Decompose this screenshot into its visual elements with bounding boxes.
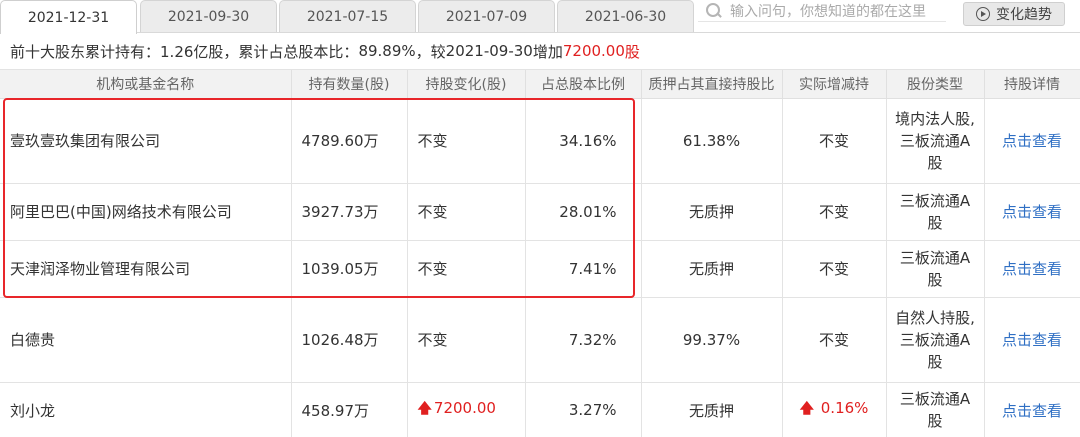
summary-holding: 1.26亿股	[160, 42, 224, 61]
table-row: 白德贵 1026.48万 不变 7.32% 99.37% 不变 自然人持股,三板流通A股 点击…	[0, 297, 1080, 383]
table-row: 阿里巴巴(中国)网络技术有限公司 3927.73万 不变 28.01% 无质押 不变 三板流…	[0, 183, 1080, 241]
holding-qty: 3927.73万	[291, 183, 408, 241]
col-header-qty: 持有数量(股)	[291, 70, 408, 99]
pledge-ratio: 99.37%	[641, 297, 783, 383]
col-header-actual: 实际增减持	[782, 70, 887, 99]
col-header-name: 机构或基金名称	[0, 70, 292, 99]
table-header-row: 机构或基金名称 持有数量(股) 持股变化(股) 占总股本比例 质押占其直接持股比…	[0, 70, 1080, 99]
holding-qty: 4789.60万	[291, 98, 408, 184]
summary-ratio-label: ，累计占总股本比：	[223, 42, 359, 61]
summary-increase-value: 7200.00	[562, 42, 625, 60]
holding-qty: 1026.48万	[291, 297, 408, 383]
pledge-ratio: 无质押	[641, 183, 783, 241]
up-arrow-icon: 🡅	[417, 401, 432, 417]
holding-change: 不变	[407, 183, 526, 241]
view-detail-link[interactable]: 点击查看	[984, 98, 1080, 184]
up-arrow-icon: 🡅	[799, 401, 814, 417]
table-row: 刘小龙 458.97万 🡅 7200.00 3.27% 无质押 🡅 0.16% 三板流通A股点…	[0, 382, 1080, 437]
share-ratio: 34.16%	[525, 98, 642, 184]
search-placeholder[interactable]: 输入问句，你想知道的都在这里	[730, 1, 926, 21]
holder-name: 壹玖壹玖集团有限公司	[0, 98, 292, 184]
table-row: 壹玖壹玖集团有限公司 4789.60万 不变 34.16% 61.38% 不变 境内法人股,…	[0, 98, 1080, 184]
holder-name: 阿里巴巴(中国)网络技术有限公司	[0, 183, 292, 241]
col-header-pledge: 质押占其直接持股比	[641, 70, 783, 99]
date-tabs: 2021-12-31 2021-09-30 2021-07-15 2021-07…	[0, 0, 1080, 34]
view-detail-link[interactable]: 点击查看	[984, 382, 1080, 437]
share-ratio: 3.27%	[525, 382, 642, 437]
view-detail-link[interactable]: 点击查看	[984, 297, 1080, 383]
play-circle-icon	[976, 7, 990, 21]
holding-qty: 1039.05万	[291, 240, 408, 298]
pledge-ratio: 61.38%	[641, 98, 783, 184]
view-detail-link[interactable]: 点击查看	[984, 240, 1080, 298]
holding-qty: 458.97万	[291, 382, 408, 437]
summary-unit: 股	[624, 42, 640, 61]
holder-name: 天津润泽物业管理有限公司	[0, 240, 292, 298]
share-ratio: 7.41%	[525, 240, 642, 298]
holder-name: 刘小龙	[0, 382, 292, 437]
tab-2021-07-09[interactable]: 2021-07-09	[418, 0, 555, 33]
shareholder-table: 机构或基金名称 持有数量(股) 持股变化(股) 占总股本比例 质押占其直接持股比…	[0, 70, 1080, 437]
tab-2021-06-30[interactable]: 2021-06-30	[557, 0, 694, 33]
share-type: 自然人持股,三板流通A股	[886, 297, 985, 383]
trend-button[interactable]: 变化趋势	[963, 2, 1065, 26]
holding-change: 🡅 7200.00	[407, 382, 526, 437]
actual-change: 不变	[782, 240, 887, 298]
col-header-type: 股份类型	[886, 70, 985, 99]
actual-change: 不变	[782, 98, 887, 184]
search-box[interactable]: 输入问句，你想知道的都在这里	[698, 0, 946, 22]
share-type: 三板流通A股	[886, 240, 985, 298]
holding-change: 不变	[407, 297, 526, 383]
trend-button-label: 变化趋势	[996, 7, 1052, 23]
tab-2021-09-30[interactable]: 2021-09-30	[140, 0, 277, 33]
actual-change: 🡅 0.16%	[782, 382, 887, 437]
search-icon	[706, 2, 722, 19]
holdings-summary: 前十大股东累计持有： 1.26亿股 ，累计占总股本比： 89.89% ，较 20…	[0, 33, 1080, 70]
col-header-change: 持股变化(股)	[407, 70, 526, 99]
share-ratio: 28.01%	[525, 183, 642, 241]
share-type: 三板流通A股	[886, 183, 985, 241]
actual-change: 不变	[782, 297, 887, 383]
holding-change: 不变	[407, 98, 526, 184]
summary-increase-label: 增加	[532, 42, 563, 61]
summary-compare-label: ，较	[415, 42, 446, 61]
share-type: 境内法人股,三板流通A股	[886, 98, 985, 184]
pledge-ratio: 无质押	[641, 382, 783, 437]
summary-prefix: 前十大股东累计持有：	[10, 42, 161, 61]
table-row: 天津润泽物业管理有限公司 1039.05万 不变 7.41% 无质押 不变 三板流通A股 点击…	[0, 240, 1080, 298]
view-detail-link[interactable]: 点击查看	[984, 183, 1080, 241]
holding-change: 不变	[407, 240, 526, 298]
holder-name: 白德贵	[0, 297, 292, 383]
summary-ratio: 89.89%	[358, 42, 416, 60]
col-header-pct: 占总股本比例	[525, 70, 642, 99]
pledge-ratio: 无质押	[641, 240, 783, 298]
tab-2021-07-15[interactable]: 2021-07-15	[279, 0, 416, 33]
col-header-detail: 持股详情	[984, 70, 1080, 99]
share-ratio: 7.32%	[525, 297, 642, 383]
actual-change: 不变	[782, 183, 887, 241]
summary-compare-date: 2021-09-30	[445, 42, 533, 60]
tab-2021-12-31[interactable]: 2021-12-31	[0, 0, 137, 34]
share-type: 三板流通A股	[886, 382, 985, 437]
